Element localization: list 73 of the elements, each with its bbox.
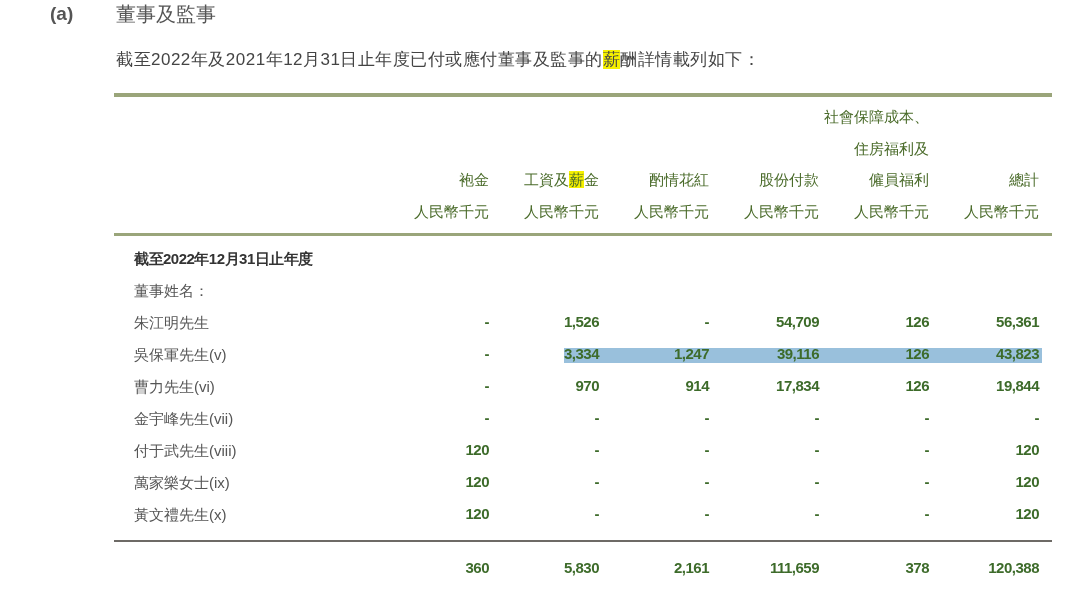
table-cell: 126 <box>905 345 929 362</box>
table-cell: 120 <box>1015 505 1039 522</box>
column-header: 袍金 <box>459 170 489 190</box>
director-name: 曹力先生(vi) <box>133 376 216 397</box>
table-cell: - <box>704 441 709 458</box>
total-cell: 111,659 <box>769 559 819 576</box>
table-cell: 56,361 <box>996 313 1039 330</box>
unit-label: 人民幣千元 <box>854 201 929 222</box>
director-name: 黃文禮先生(x) <box>133 504 228 525</box>
director-name: 萬家樂女士(ix) <box>133 472 231 493</box>
table-cell: 126 <box>905 313 929 330</box>
table-cell: - <box>704 505 709 522</box>
table-cell: 914 <box>685 377 709 394</box>
director-name: 吳保軍先生(v) <box>133 344 228 365</box>
table-cell: - <box>924 473 929 490</box>
table-cell: - <box>484 345 489 362</box>
table-cell: - <box>704 313 709 330</box>
table-cell: 970 <box>575 377 599 394</box>
table-cell: - <box>594 409 599 426</box>
table-cell: - <box>704 473 709 490</box>
table-cell: 120 <box>1015 441 1039 458</box>
table-cell: - <box>814 505 819 522</box>
director-name: 付于武先生(viii) <box>133 440 238 461</box>
director-name: 金宇峰先生(vii) <box>133 408 235 429</box>
table-cell: 43,823 <box>996 345 1039 362</box>
table-cell: - <box>924 409 929 426</box>
table-cell: - <box>594 505 599 522</box>
column-header: 住房福利及 <box>854 138 929 159</box>
table-cell: - <box>484 377 489 394</box>
table-cell: 120 <box>465 505 489 522</box>
table-cell: - <box>924 505 929 522</box>
table-cell: 3,334 <box>563 345 599 362</box>
total-cell: 360 <box>465 559 489 576</box>
table-cell: - <box>484 409 489 426</box>
table-cell: - <box>704 409 709 426</box>
table-cell: 1,247 <box>673 345 709 362</box>
column-header: 工資及薪金 <box>524 170 599 190</box>
group-label: 董事姓名： <box>134 280 209 301</box>
column-header: 股份付款 <box>759 170 819 190</box>
total-cell: 5,830 <box>563 559 599 576</box>
unit-label: 人民幣千元 <box>964 201 1039 222</box>
period-label: 截至2022年12月31日止年度 <box>134 248 313 269</box>
table-cell: - <box>814 441 819 458</box>
table-cell: 120 <box>465 473 489 490</box>
table-cell: - <box>594 441 599 458</box>
total-cell: 378 <box>905 559 929 576</box>
column-header: 社會保障成本、 <box>824 107 929 127</box>
table-cell: 19,844 <box>996 377 1039 394</box>
unit-label: 人民幣千元 <box>414 201 489 222</box>
section-title: 董事及監事 <box>116 2 216 27</box>
director-name: 朱江明先生 <box>133 312 210 333</box>
total-cell: 120,388 <box>988 559 1039 576</box>
table-cell: - <box>814 473 819 490</box>
table-cell: 120 <box>1015 473 1039 490</box>
table-cell: 120 <box>465 441 489 458</box>
table-cell: - <box>594 473 599 490</box>
table-cell: - <box>814 409 819 426</box>
table-cell: - <box>1034 409 1039 426</box>
table-cell: 17,834 <box>776 377 819 394</box>
table-cell: - <box>484 313 489 330</box>
table-cell: - <box>924 441 929 458</box>
column-header: 酌情花紅 <box>649 170 709 190</box>
table-cell: 1,526 <box>563 313 599 330</box>
unit-label: 人民幣千元 <box>524 201 599 222</box>
section-label: (a) <box>50 1 75 26</box>
column-header: 僱員福利 <box>869 170 929 190</box>
total-cell: 2,161 <box>673 559 709 576</box>
unit-label: 人民幣千元 <box>634 201 709 222</box>
column-header: 總計 <box>1009 170 1039 190</box>
table-cell: 126 <box>905 377 929 394</box>
table-cell: 54,709 <box>776 313 819 330</box>
unit-label: 人民幣千元 <box>744 201 819 222</box>
table-cell: 39,116 <box>776 345 819 362</box>
